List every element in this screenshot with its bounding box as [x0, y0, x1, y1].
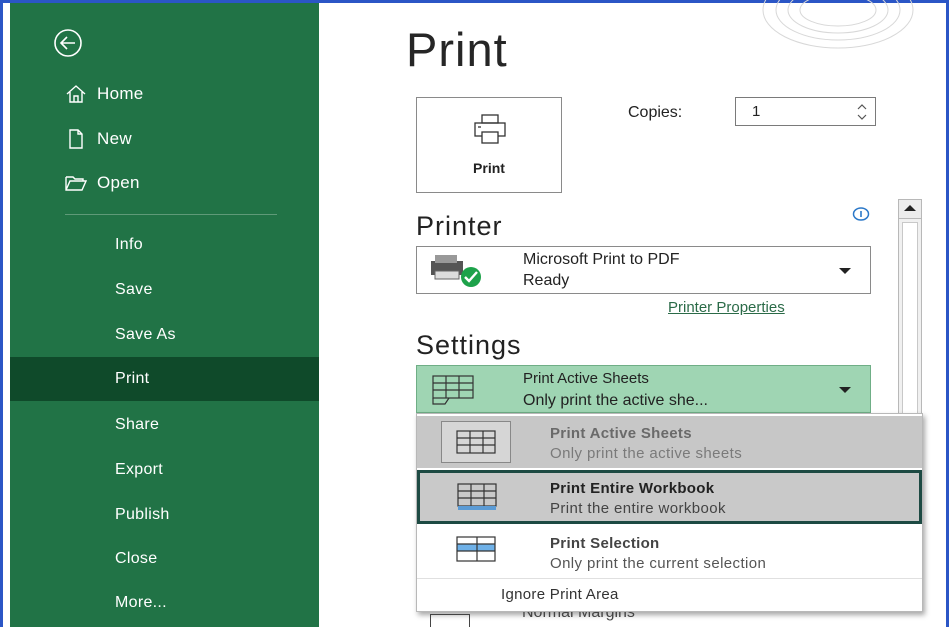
new-document-icon [65, 128, 87, 150]
margins-label: Normal Margins [522, 612, 635, 621]
printer-name: Microsoft Print to PDF [523, 251, 680, 268]
sheet-grid-icon [431, 372, 477, 411]
page-title: Print [406, 23, 508, 76]
margins-icon [430, 614, 470, 627]
selected-option-title: Print Active Sheets [523, 370, 649, 387]
sidebar-item-publish[interactable]: Publish [10, 493, 319, 537]
sidebar-item-label: New [97, 129, 132, 148]
margins-setting-peek[interactable]: Normal Margins [416, 612, 871, 627]
chevron-down-icon [839, 387, 851, 393]
menu-item-title: Print Entire Workbook [550, 480, 715, 497]
printer-heading: Printer [416, 211, 503, 241]
scroll-up-button[interactable] [899, 200, 921, 219]
sidebar-item-close[interactable]: Close [10, 537, 319, 581]
sidebar-item-label: Export [115, 461, 164, 478]
info-icon[interactable] [852, 207, 870, 221]
menu-item-subtitle: Print the entire workbook [550, 500, 726, 517]
printer-status: Ready [523, 272, 570, 289]
sidebar-item-save[interactable]: Save [10, 268, 319, 312]
sidebar-item-info[interactable]: Info [10, 223, 319, 267]
printer-dropdown[interactable]: Microsoft Print to PDF Ready [416, 246, 871, 294]
backstage-sidebar: Home New Open Info Save Save As Print Sh… [10, 3, 319, 627]
chevron-down-icon [839, 268, 851, 274]
settings-scrollbar[interactable] [898, 199, 922, 429]
menu-item-subtitle: Only print the active sheets [550, 445, 743, 462]
sidebar-item-label: Home [97, 84, 144, 103]
decorative-pattern-icon [758, 0, 918, 65]
sidebar-item-label: Save As [115, 326, 176, 343]
sidebar-item-label: Info [115, 236, 143, 253]
copies-stepper[interactable]: 1 [735, 97, 876, 126]
copies-value: 1 [752, 103, 761, 120]
sidebar-item-label: Share [115, 416, 160, 433]
back-arrow-icon[interactable] [52, 27, 84, 59]
sidebar-item-label: Publish [115, 506, 170, 523]
sidebar-item-export[interactable]: Export [10, 448, 319, 492]
menu-item-print-selection[interactable]: Print Selection Only print the current s… [417, 526, 922, 578]
sidebar-item-home[interactable]: Home [10, 72, 319, 116]
selection-grid-icon [455, 534, 499, 571]
ignore-print-area-option[interactable]: Ignore Print Area [501, 586, 619, 603]
sidebar-item-save-as[interactable]: Save As [10, 313, 319, 357]
home-icon [65, 83, 87, 105]
sidebar-divider [65, 214, 277, 215]
print-button-label: Print [473, 160, 505, 176]
menu-item-title: Print Selection [550, 535, 660, 552]
printer-ready-icon [429, 253, 485, 294]
menu-item-print-entire-workbook[interactable]: Print Entire Workbook Print the entire w… [417, 470, 922, 524]
selected-option-subtitle: Only print the active she... [523, 392, 708, 409]
sidebar-item-open[interactable]: Open [10, 161, 319, 205]
spinner-arrows-icon[interactable] [857, 102, 867, 122]
printer-icon [473, 114, 507, 149]
print-scope-dropdown[interactable]: Print Active Sheets Only print the activ… [416, 365, 871, 413]
workbook-grid-icon [456, 481, 500, 518]
open-folder-icon [65, 172, 88, 194]
menu-item-subtitle: Only print the current selection [550, 555, 767, 572]
menu-item-print-active-sheets[interactable]: Print Active Sheets Only print the activ… [417, 416, 922, 468]
sidebar-item-share[interactable]: Share [10, 403, 319, 447]
print-scope-menu: Print Active Sheets Only print the activ… [416, 413, 923, 612]
sidebar-item-more[interactable]: More... [10, 581, 319, 625]
sheet-grid-icon [455, 428, 499, 463]
printer-properties-link[interactable]: Printer Properties [668, 299, 785, 316]
sidebar-item-new[interactable]: New [10, 117, 319, 161]
settings-heading: Settings [416, 330, 522, 360]
sidebar-item-label: More... [115, 594, 167, 611]
sidebar-item-label: Print [115, 370, 150, 387]
menu-divider [417, 578, 922, 579]
sidebar-item-print[interactable]: Print [10, 357, 319, 401]
menu-item-title: Print Active Sheets [550, 425, 692, 442]
window-frame-left [0, 0, 3, 627]
arrow-up-icon [904, 205, 916, 211]
sidebar-item-label: Open [97, 173, 140, 192]
print-button[interactable]: Print [416, 97, 562, 193]
sidebar-item-label: Save [115, 281, 153, 298]
scroll-thumb[interactable] [902, 222, 918, 422]
copies-label: Copies: [628, 104, 683, 121]
sidebar-item-label: Close [115, 550, 158, 567]
